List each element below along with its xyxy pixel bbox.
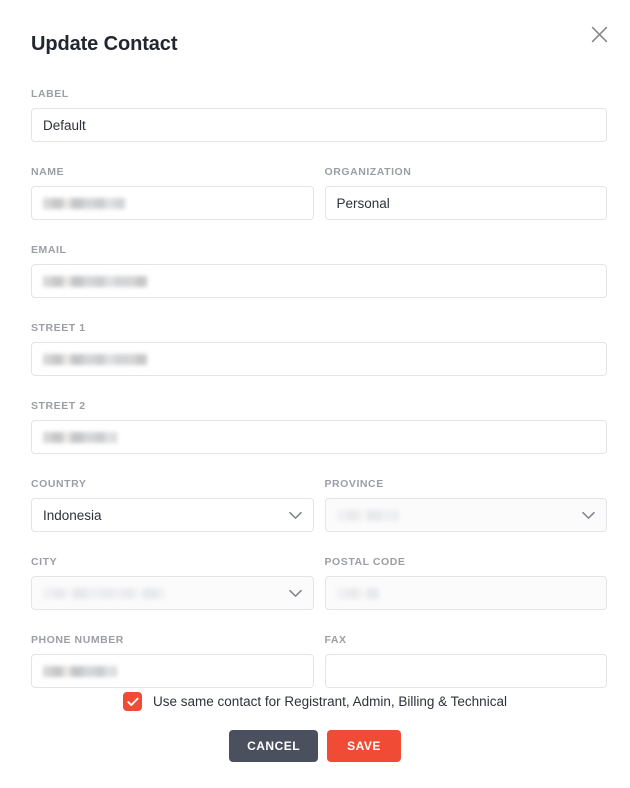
phone-number-field-caption: PHONE NUMBER: [31, 634, 124, 646]
street1-field-caption: STREET 1: [31, 322, 86, 334]
chevron-down-icon: [582, 508, 595, 523]
field-city: CITY: [31, 556, 314, 610]
label-input-value: Default: [43, 117, 86, 133]
street2-input-redacted-value: [43, 431, 117, 443]
page-title: Update Contact: [31, 33, 178, 55]
form-row-name-organization: NAME ORGANIZATION Personal: [31, 166, 607, 220]
form-row-country-province: COUNTRY Indonesia PROVINCE: [31, 478, 607, 532]
street2-field-caption: STREET 2: [31, 400, 86, 412]
province-select[interactable]: [324, 498, 607, 532]
name-input-redacted-value: [43, 197, 125, 209]
form-row-phone-fax: PHONE NUMBER FAX: [31, 634, 607, 688]
form-row-label: LABEL Default: [31, 88, 607, 142]
modal-header: Update Contact: [0, 0, 630, 76]
province-select-redacted-value: [336, 509, 399, 521]
close-button[interactable]: [585, 20, 613, 48]
form-row-street1: STREET 1: [31, 322, 607, 376]
fax-input[interactable]: [324, 654, 607, 688]
label-field-caption: LABEL: [31, 88, 69, 100]
street1-input-redacted-value: [43, 353, 147, 365]
label-input[interactable]: Default: [31, 108, 607, 142]
update-contact-modal: Update Contact LABEL Default NAME ORGANI…: [0, 0, 630, 788]
form-row-email: EMAIL: [31, 244, 607, 298]
street2-input[interactable]: [31, 420, 607, 454]
name-field-caption: NAME: [31, 166, 65, 178]
chevron-down-icon: [288, 586, 302, 601]
form-row-street2: STREET 2: [31, 400, 607, 454]
field-name: NAME: [31, 166, 314, 220]
modal-actions: CANCEL SAVE: [0, 730, 630, 762]
field-fax: FAX: [324, 634, 607, 688]
field-street2: STREET 2: [31, 400, 607, 454]
check-icon: [126, 697, 139, 707]
phone-number-input-redacted-value: [43, 665, 117, 677]
email-input[interactable]: [31, 264, 607, 298]
postal-code-field-caption: POSTAL CODE: [324, 556, 406, 568]
city-select[interactable]: [31, 576, 314, 610]
postal-code-input[interactable]: [324, 576, 607, 610]
field-country: COUNTRY Indonesia: [31, 478, 314, 532]
email-input-redacted-value: [43, 275, 147, 287]
country-field-caption: COUNTRY: [31, 478, 87, 490]
street1-input[interactable]: [31, 342, 607, 376]
field-organization: ORGANIZATION Personal: [324, 166, 607, 220]
email-field-caption: EMAIL: [31, 244, 67, 256]
organization-input[interactable]: Personal: [324, 186, 607, 220]
save-button[interactable]: SAVE: [327, 730, 401, 762]
province-field-caption: PROVINCE: [324, 478, 384, 490]
field-phone-number: PHONE NUMBER: [31, 634, 314, 688]
form-row-city-postal: CITY POSTAL CODE: [31, 556, 607, 610]
field-email: EMAIL: [31, 244, 607, 298]
postal-code-input-redacted-value: [336, 587, 379, 599]
same-contact-checkbox[interactable]: [123, 692, 143, 711]
same-contact-checkbox-row: Use same contact for Registrant, Admin, …: [0, 692, 630, 711]
contact-form: LABEL Default NAME ORGANIZATION Personal: [31, 88, 607, 688]
country-select-value: Indonesia: [43, 507, 102, 523]
phone-number-input[interactable]: [31, 654, 314, 688]
organization-field-caption: ORGANIZATION: [324, 166, 412, 178]
field-street1: STREET 1: [31, 322, 607, 376]
country-select[interactable]: Indonesia: [31, 498, 314, 532]
organization-input-value: Personal: [336, 195, 390, 211]
city-field-caption: CITY: [31, 556, 58, 568]
name-input[interactable]: [31, 186, 314, 220]
field-postal-code: POSTAL CODE: [324, 556, 607, 610]
field-label: LABEL Default: [31, 88, 607, 142]
city-select-redacted-value: [43, 587, 165, 599]
cancel-button[interactable]: CANCEL: [229, 730, 319, 762]
chevron-down-icon: [288, 508, 302, 523]
field-province: PROVINCE: [324, 478, 607, 532]
close-icon: [591, 26, 608, 43]
fax-field-caption: FAX: [324, 634, 347, 646]
same-contact-checkbox-label: Use same contact for Registrant, Admin, …: [153, 693, 507, 709]
